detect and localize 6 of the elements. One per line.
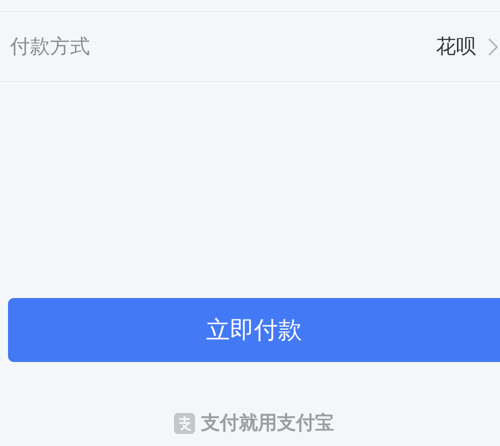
chevron-right-icon[interactable] <box>488 38 498 56</box>
field-value[interactable]: 花呗 <box>436 33 476 60</box>
field-label: 付款方式 <box>10 33 91 60</box>
logo-icon <box>174 412 195 434</box>
pay-now-button[interactable]: 立即付款 <box>8 298 500 362</box>
slogan-text: 支付就用支付宝 <box>201 411 334 436</box>
